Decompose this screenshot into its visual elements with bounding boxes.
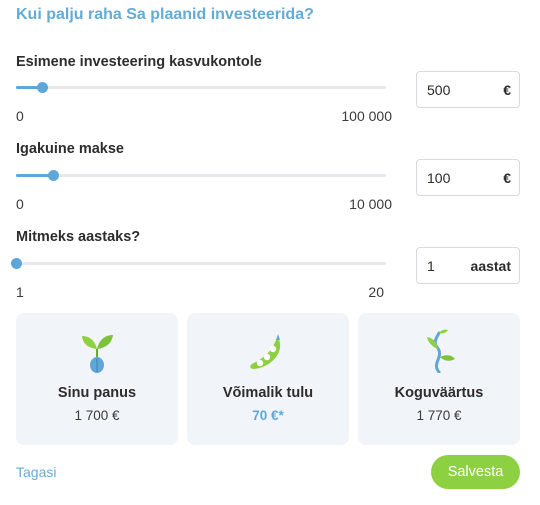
card-value: 70 €* — [252, 408, 284, 423]
monthly-payment-slider[interactable] — [16, 170, 386, 181]
card-title: Võimalik tulu — [222, 385, 314, 401]
slider-max-label: 20 — [368, 284, 384, 300]
input-value: 1 — [427, 258, 435, 274]
euro-unit: € — [503, 82, 511, 98]
years-label: Mitmeks aastaks? — [16, 229, 141, 245]
monthly-payment-input[interactable]: 100 € — [416, 159, 520, 196]
slider-thumb[interactable] — [48, 170, 59, 181]
initial-investment-slider[interactable] — [16, 82, 386, 93]
slider-max-label: 10 000 — [349, 196, 392, 212]
years-input[interactable]: 1 aastat — [416, 247, 520, 284]
total-value-card: Koguväärtus 1 770 € — [358, 313, 520, 445]
input-value: 500 — [427, 82, 451, 98]
back-link[interactable]: Tagasi — [16, 464, 56, 480]
input-value: 100 — [427, 170, 451, 186]
possible-income-card: Võimalik tulu 70 €* — [187, 313, 349, 445]
contribution-card: Sinu panus 1 700 € — [16, 313, 178, 445]
years-unit: aastat — [470, 258, 511, 274]
slider-max-label: 100 000 — [341, 108, 392, 124]
sprout-icon — [82, 335, 113, 373]
slider-min-label: 0 — [16, 108, 24, 124]
card-title: Koguväärtus — [394, 385, 484, 401]
slider-min-label: 1 — [16, 284, 24, 300]
years-slider[interactable] — [11, 258, 386, 269]
initial-investment-input[interactable]: 500 € — [416, 71, 520, 108]
card-title: Sinu panus — [57, 385, 137, 401]
euro-unit: € — [503, 170, 511, 186]
card-value: 1 770 € — [416, 408, 462, 423]
slider-min-label: 0 — [16, 196, 24, 212]
peapod-icon — [250, 334, 281, 369]
monthly-payment-label: Igakuine makse — [16, 141, 124, 157]
slider-thumb[interactable] — [37, 82, 49, 93]
card-value: 1 700 € — [74, 408, 120, 423]
save-button[interactable]: Salvesta — [431, 455, 520, 489]
slider-thumb[interactable] — [11, 258, 22, 269]
growing-plant-icon — [427, 329, 455, 373]
initial-investment-label: Esimene investeering kasvukontole — [16, 54, 262, 70]
page-title: Kui palju raha Sa plaanid investeerida? — [16, 6, 314, 23]
